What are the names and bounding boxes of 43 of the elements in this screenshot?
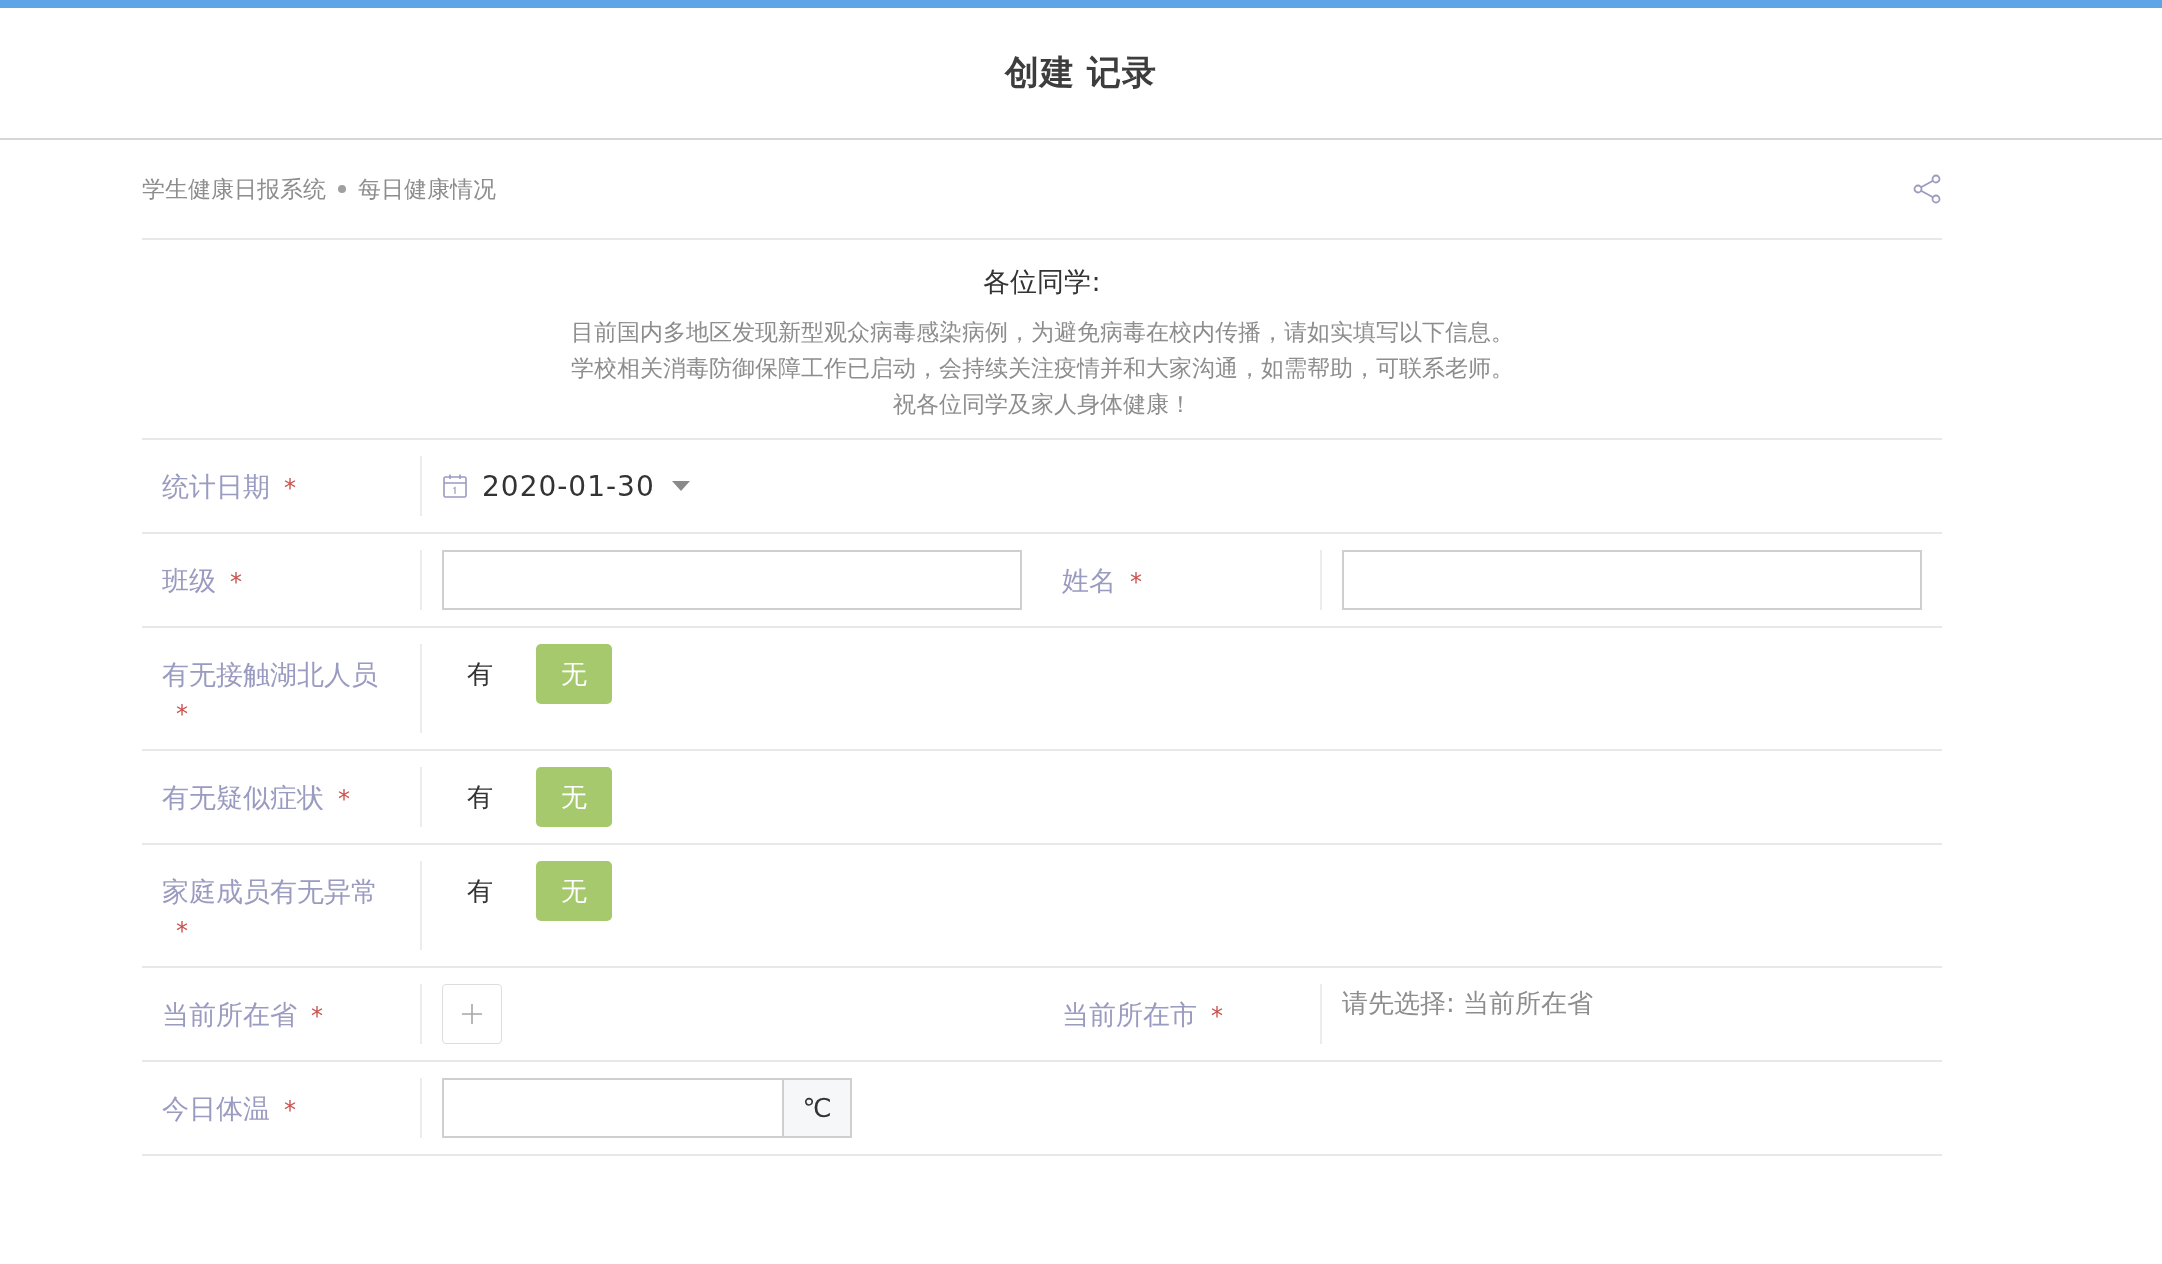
breadcrumb-link[interactable]: 每日健康情况 <box>358 173 496 205</box>
notice-text: 祝各位同学及家人身体健康！ <box>891 390 1193 419</box>
calendar-icon <box>442 473 468 499</box>
text-input-field[interactable] <box>442 550 1022 610</box>
plus-icon <box>460 1002 484 1026</box>
field-label: 姓名 <box>1062 565 1116 596</box>
field-label: 有无疑似症状 <box>162 782 324 813</box>
share-icon[interactable] <box>1912 174 1942 204</box>
separator-dot <box>338 185 346 193</box>
required-mark: * <box>1130 567 1142 598</box>
page-title: 创建 记录 <box>1004 51 1158 94</box>
add-button[interactable] <box>442 984 502 1044</box>
required-mark: * <box>1211 1001 1223 1032</box>
option-button[interactable]: 有 <box>466 644 494 704</box>
option-button[interactable]: 无 <box>536 644 612 704</box>
caret-icon[interactable] <box>670 480 691 492</box>
option-button[interactable]: 无 <box>536 767 612 827</box>
required-mark: * <box>311 1001 323 1032</box>
text-input-field[interactable] <box>1342 550 1922 610</box>
field-label: 今日体温 <box>162 1093 270 1124</box>
breadcrumb-link[interactable]: 学生健康日报系统 <box>142 173 326 205</box>
required-mark: * <box>338 784 350 815</box>
required-mark: * <box>176 699 188 730</box>
option-button[interactable]: 无 <box>536 861 612 921</box>
required-mark: * <box>176 916 188 947</box>
option-button[interactable]: 有 <box>466 767 494 827</box>
hint-text: 请先选择: 当前所在省 <box>1342 987 1594 1020</box>
required-mark: * <box>230 567 242 598</box>
greeting-heading: 各位同学: <box>983 265 1101 299</box>
date-value[interactable]: 2020-01-30 <box>482 469 655 503</box>
notice-text: 学校相关消毒防御保障工作已启动，会持续关注疫情并和大家沟通，如需帮助，可联系老师。 <box>569 354 1515 383</box>
field-label: 统计日期 <box>162 471 270 502</box>
notice-text: 目前国内多地区发现新型观众病毒感染病例，为避免病毒在校内传播，请如实填写以下信息。 <box>569 318 1515 347</box>
field-label: 当前所在省 <box>162 999 297 1030</box>
field-label: 有无接触湖北人员 <box>162 659 378 690</box>
required-mark: * <box>284 473 296 504</box>
required-mark: * <box>284 1095 296 1126</box>
temperature-input-field[interactable] <box>442 1078 782 1138</box>
unit-addon: ℃ <box>782 1078 852 1138</box>
option-button[interactable]: 有 <box>466 861 494 921</box>
field-label: 家庭成员有无异常 <box>162 876 378 907</box>
field-label: 班级 <box>162 565 216 596</box>
field-label: 当前所在市 <box>1062 999 1197 1030</box>
